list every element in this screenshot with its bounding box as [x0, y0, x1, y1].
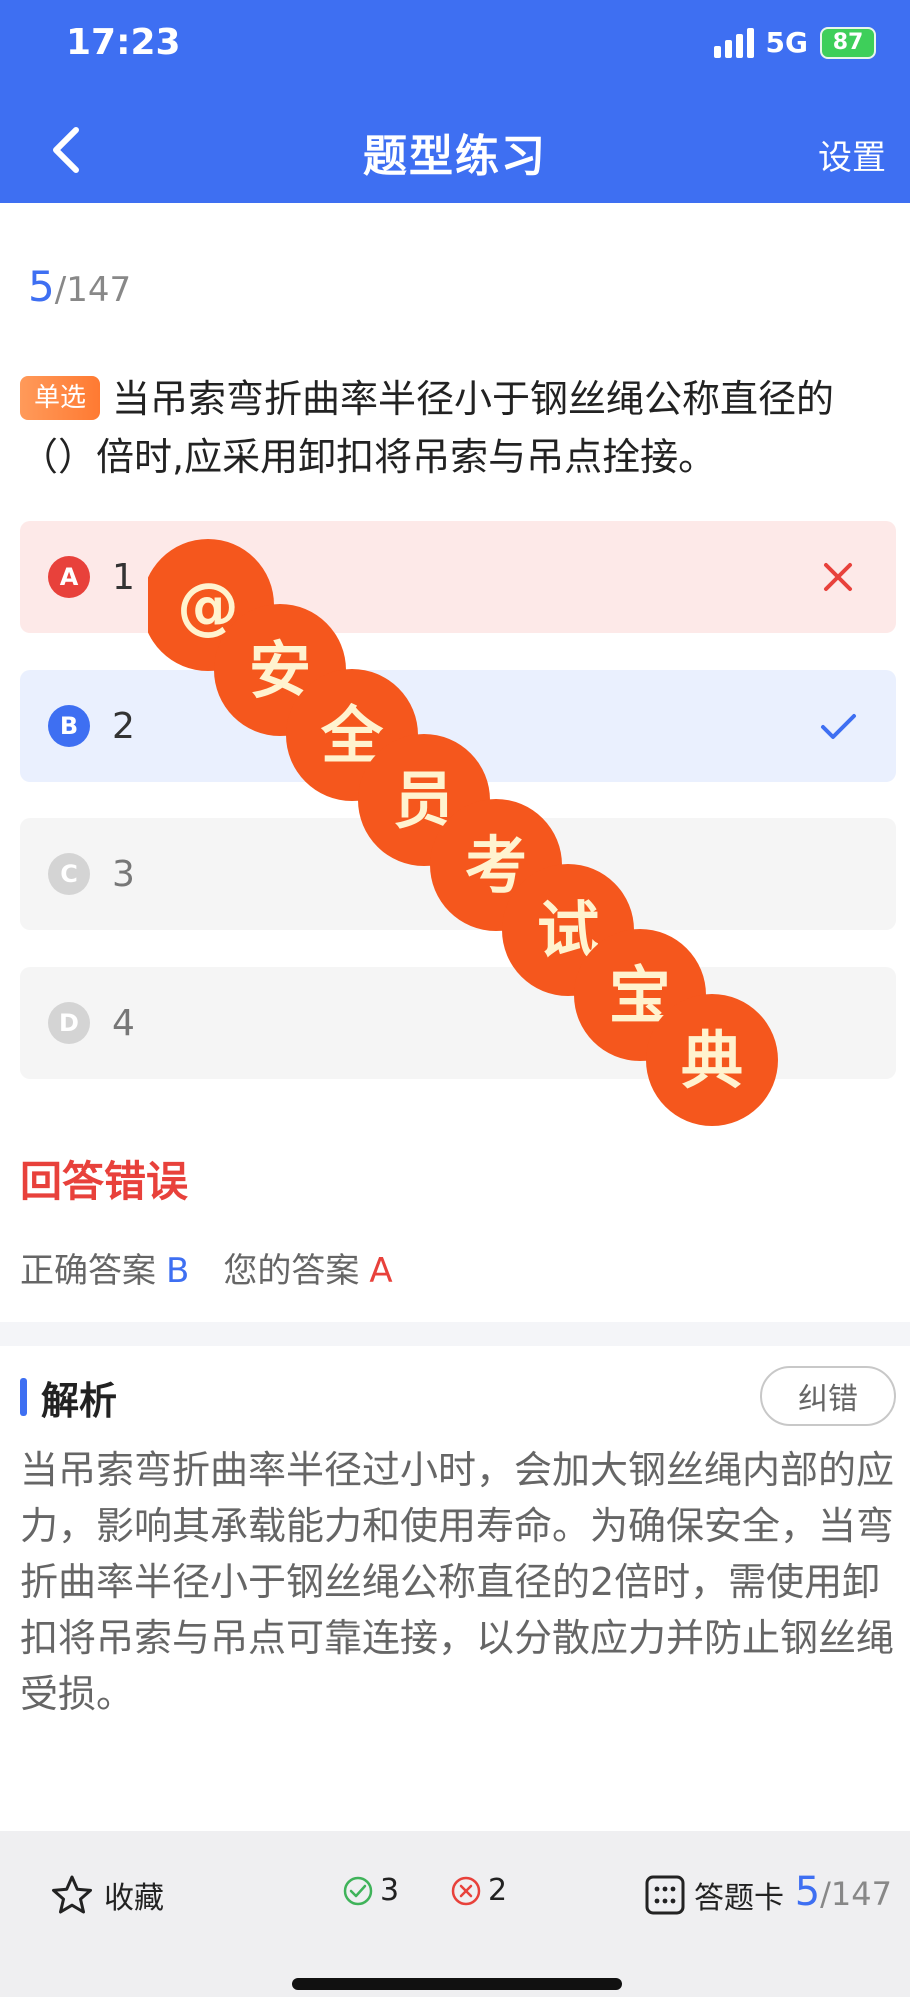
home-indicator [292, 1978, 622, 1990]
question-stem: 单选 当吊索弯折曲率半径小于钢丝绳公称直径的（）倍时,应采用卸扣将吊索与吊点拴接。 [20, 370, 890, 486]
option-letter: B [48, 705, 90, 747]
favorite-label: 收藏 [104, 1881, 164, 1916]
cross-icon [824, 563, 852, 591]
analysis-accent-bar [20, 1378, 27, 1416]
progress-total: /147 [54, 270, 132, 310]
check-icon [821, 714, 856, 739]
page-title: 题型练习 [363, 131, 547, 182]
star-icon [52, 1875, 92, 1914]
option-d[interactable]: D 4 [20, 967, 896, 1079]
status-indicators: 5G 87 [713, 26, 876, 59]
battery-level: 87 [832, 30, 864, 55]
report-error-button[interactable]: 纠错 [760, 1366, 896, 1426]
nav-bar: 题型练习 设置 [0, 100, 910, 200]
option-letter: D [48, 1002, 90, 1044]
signal-icon [713, 27, 754, 58]
network-label: 5G [765, 26, 808, 59]
correct-count-value: 3 [380, 1873, 400, 1908]
option-b[interactable]: B 2 [20, 670, 896, 782]
option-letter: A [48, 556, 90, 598]
bottom-toolbar: 收藏 3 2 答题卡 5/147 [0, 1831, 910, 1997]
question-text: 当吊索弯折曲率半径小于钢丝绳公称直径的（）倍时,应采用卸扣将吊索与吊点拴接。 [20, 377, 835, 479]
question-type-tag: 单选 [20, 376, 101, 420]
option-a[interactable]: A 1 [20, 521, 896, 633]
option-text: 1 [112, 556, 135, 598]
grid-icon [645, 1875, 685, 1915]
status-bar: 17:23 5G 87 [0, 0, 910, 90]
battery-icon: 87 [820, 26, 876, 59]
option-text: 2 [112, 705, 135, 747]
correct-count: 3 [342, 1873, 399, 1908]
analysis-text: 当吊索弯折曲率半径过小时，会加大钢丝绳内部的应力，影响其承载能力和使用寿命。为确… [20, 1448, 895, 1716]
option-text: 3 [112, 853, 135, 895]
your-answer-label: 您的答案 [223, 1251, 360, 1291]
favorite-button[interactable]: 收藏 [50, 1873, 164, 1917]
analysis-header: 解析 [20, 1372, 118, 1423]
option-c[interactable]: C 3 [20, 818, 896, 930]
settings-button[interactable]: 设置 [818, 130, 886, 179]
result-title: 回答错误 [20, 1157, 189, 1206]
correct-answer-value: B [166, 1251, 190, 1291]
cross-circle-icon [451, 1876, 481, 1905]
status-time: 17:23 [66, 22, 181, 63]
answer-summary: 正确答案 B 您的答案 A [20, 1243, 393, 1292]
your-answer-value: A [369, 1251, 393, 1291]
progress-current: 5 [28, 262, 55, 311]
bottom-progress-total: /147 [820, 1875, 892, 1913]
question-progress: 5/147 [28, 262, 131, 311]
app-header: 17:23 5G 87 题型练习 设置 [0, 0, 910, 203]
answer-card-label: 答题卡 [694, 1881, 784, 1916]
option-letter: C [48, 853, 90, 895]
option-text: 4 [112, 1002, 135, 1044]
check-circle-icon [343, 1876, 373, 1905]
wrong-count-value: 2 [488, 1873, 508, 1908]
bottom-progress-current: 5 [794, 1869, 821, 1915]
bottom-progress: 5/147 [795, 1869, 892, 1915]
analysis-title: 解析 [41, 1378, 118, 1423]
wrong-count: 2 [450, 1873, 507, 1908]
answer-card-button[interactable]: 答题卡 [644, 1873, 784, 1917]
section-divider [0, 1322, 910, 1346]
correct-answer-label: 正确答案 [20, 1251, 156, 1291]
